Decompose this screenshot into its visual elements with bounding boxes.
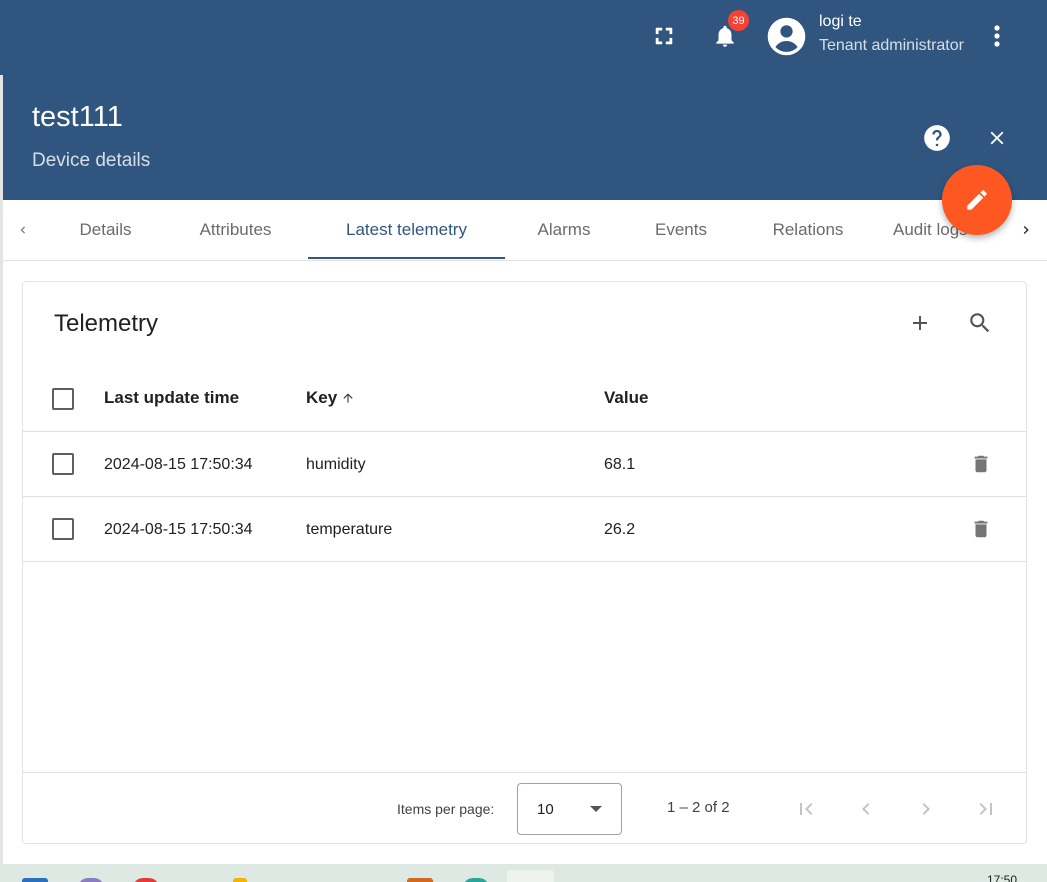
delete-icon[interactable] xyxy=(967,450,995,478)
items-per-page-label: Items per page: xyxy=(397,801,495,817)
cell-last-update-time: 2024-08-15 17:50:34 xyxy=(104,521,253,538)
tab-details[interactable]: Details xyxy=(63,200,148,260)
table-row[interactable]: 2024-08-15 17:50:34 temperature 26.2 xyxy=(23,497,1026,562)
user-name[interactable]: logi te xyxy=(819,13,862,31)
tab-attributes[interactable]: Attributes xyxy=(178,200,293,260)
taskbar-app-icon[interactable] xyxy=(407,878,433,882)
help-icon[interactable] xyxy=(921,122,953,154)
tab-relations[interactable]: Relations xyxy=(755,200,861,260)
notification-badge: 39 xyxy=(728,10,749,31)
next-page-icon[interactable] xyxy=(912,795,940,823)
delete-icon[interactable] xyxy=(967,515,995,543)
tab-latest-telemetry[interactable]: Latest telemetry xyxy=(308,200,505,260)
previous-page-icon[interactable] xyxy=(852,795,880,823)
tab-bar: Details Attributes Latest telemetry Alar… xyxy=(3,200,1047,261)
cell-key: temperature xyxy=(306,521,393,538)
column-header-key[interactable]: Key xyxy=(306,388,337,408)
tab-alarms[interactable]: Alarms xyxy=(518,200,610,260)
taskbar-app-icon[interactable] xyxy=(233,878,247,882)
first-page-icon[interactable] xyxy=(792,795,820,823)
active-tab-indicator xyxy=(308,257,505,259)
sort-arrow-up-icon xyxy=(341,388,357,408)
tabs-scroll-right-icon[interactable] xyxy=(1014,217,1038,243)
table-row[interactable]: 2024-08-15 17:50:34 humidity 68.1 xyxy=(23,432,1026,497)
page-range-label: 1 – 2 of 2 xyxy=(667,799,730,816)
os-taskbar: 17:50 xyxy=(0,864,1047,882)
telemetry-title: Telemetry xyxy=(54,310,159,337)
device-subtitle: Device details xyxy=(32,150,151,171)
taskbar-app-icon[interactable] xyxy=(78,878,104,882)
user-role: Tenant administrator xyxy=(819,37,964,54)
last-page-icon[interactable] xyxy=(972,795,1000,823)
table-header-row: Last update time Key Value xyxy=(23,366,1026,432)
add-icon[interactable] xyxy=(903,306,937,340)
cell-last-update-time: 2024-08-15 17:50:34 xyxy=(104,456,253,473)
more-vert-icon[interactable] xyxy=(983,20,1011,52)
taskbar-app-icon[interactable] xyxy=(133,878,159,882)
cell-value: 26.2 xyxy=(604,521,636,538)
account-circle-icon[interactable] xyxy=(766,16,807,57)
search-icon[interactable] xyxy=(963,306,997,340)
tabs-scroll-left-icon[interactable] xyxy=(11,217,35,243)
close-icon[interactable] xyxy=(982,122,1012,154)
cell-key: humidity xyxy=(306,456,366,473)
fullscreen-icon[interactable] xyxy=(650,22,678,50)
row-checkbox[interactable] xyxy=(52,518,74,540)
dropdown-arrow-icon xyxy=(590,806,602,812)
page-size-value: 10 xyxy=(537,801,554,818)
edit-icon xyxy=(967,190,987,210)
taskbar-app-icon[interactable] xyxy=(507,870,554,882)
edit-button[interactable] xyxy=(942,165,1012,235)
device-title: test111 xyxy=(32,101,123,133)
column-header-value[interactable]: Value xyxy=(604,388,648,408)
row-checkbox[interactable] xyxy=(52,453,74,475)
taskbar-app-icon[interactable] xyxy=(463,878,489,882)
details-header xyxy=(3,75,1047,200)
taskbar-app-icon[interactable] xyxy=(22,878,48,882)
telemetry-card: Telemetry Last update time Key Value 202… xyxy=(22,281,1027,844)
column-header-last-update-time[interactable]: Last update time xyxy=(104,388,239,408)
taskbar-clock: 17:50 xyxy=(987,873,1018,882)
tab-events[interactable]: Events xyxy=(638,200,724,260)
cell-value: 68.1 xyxy=(604,456,636,473)
paginator: Items per page: 10 1 – 2 of 2 xyxy=(23,772,1026,844)
page-size-select[interactable]: 10 xyxy=(517,783,622,835)
select-all-checkbox[interactable] xyxy=(52,388,74,410)
